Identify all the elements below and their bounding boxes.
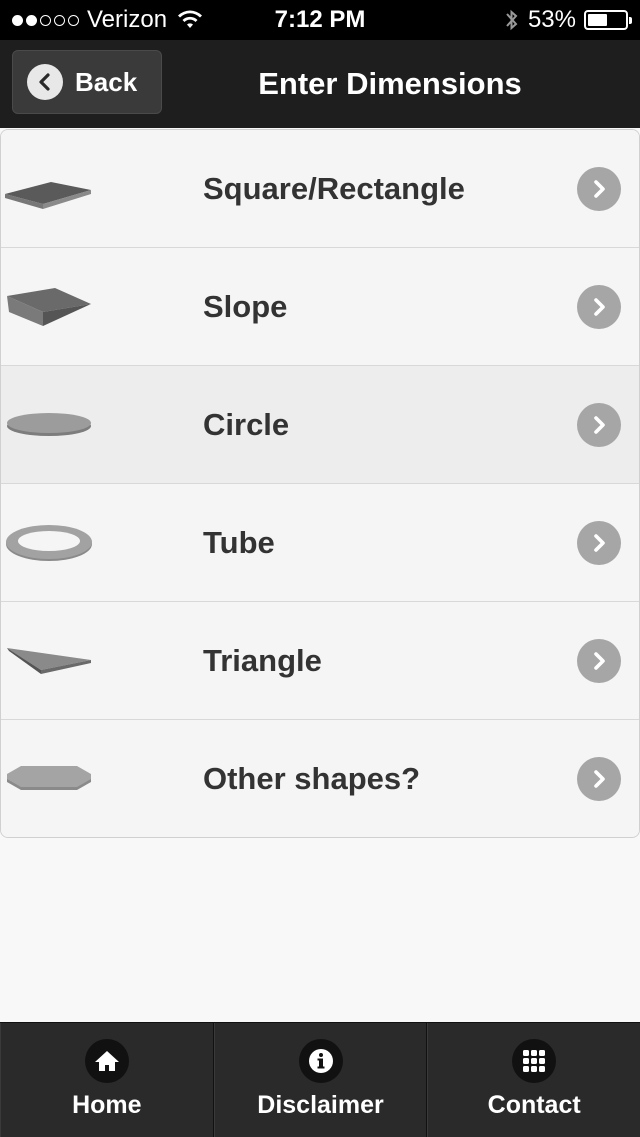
chevron-left-icon	[27, 64, 63, 100]
list-item-square-rectangle[interactable]: Square/Rectangle	[1, 130, 639, 248]
battery-icon	[584, 10, 632, 30]
tab-disclaimer[interactable]: Disclaimer	[213, 1023, 428, 1137]
list-item-triangle[interactable]: Triangle	[1, 602, 639, 720]
list-item-other-shapes[interactable]: Other shapes?	[1, 720, 639, 837]
chevron-right-icon	[577, 403, 621, 447]
list-item-label: Tube	[203, 525, 275, 560]
chevron-right-icon	[577, 757, 621, 801]
list-item-label: Square/Rectangle	[203, 171, 465, 206]
triangle-slab-icon	[7, 648, 91, 674]
list-item-label: Slope	[203, 289, 288, 324]
list-item-tube[interactable]: Tube	[1, 484, 639, 602]
list-item-label: Triangle	[203, 643, 322, 678]
tab-home[interactable]: Home	[0, 1023, 214, 1137]
square-slab-icon	[5, 182, 91, 209]
chevron-right-icon	[577, 639, 621, 683]
tab-contact[interactable]: Contact	[427, 1023, 640, 1137]
status-right: 53%	[504, 6, 632, 34]
slope-slab-icon	[7, 288, 91, 326]
back-label: Back	[75, 66, 138, 97]
list-item-slope[interactable]: Slope	[1, 248, 639, 366]
list-item-label: Other shapes?	[203, 761, 421, 796]
grid-icon	[512, 1039, 557, 1083]
chevron-right-icon	[577, 285, 621, 329]
tab-label: Contact	[487, 1091, 581, 1119]
octagon-slab-icon	[7, 766, 91, 790]
list-item-label: Circle	[203, 407, 290, 442]
tab-label: Home	[72, 1091, 142, 1119]
shape-list: Square/Rectangle Slope Circle Tube Trian…	[0, 129, 640, 838]
page-title: Enter Dimensions	[258, 66, 522, 101]
tab-label: Disclaimer	[257, 1091, 384, 1119]
chevron-right-icon	[577, 521, 621, 565]
back-button[interactable]: Back	[12, 50, 162, 114]
bluetooth-icon	[506, 9, 518, 31]
chevron-right-icon	[577, 167, 621, 211]
home-icon	[84, 1039, 129, 1083]
battery-percent: 53%	[527, 6, 576, 33]
status-bar: Verizon 7:12 PM 53%	[0, 0, 640, 40]
navigation-bar: Back Enter Dimensions	[0, 40, 640, 128]
tube-ring-icon	[6, 525, 92, 561]
circle-slab-icon	[7, 413, 91, 436]
info-icon	[298, 1039, 343, 1083]
list-item-circle[interactable]: Circle	[1, 366, 639, 484]
tab-bar: Home Disclaimer Contact	[0, 1022, 640, 1137]
